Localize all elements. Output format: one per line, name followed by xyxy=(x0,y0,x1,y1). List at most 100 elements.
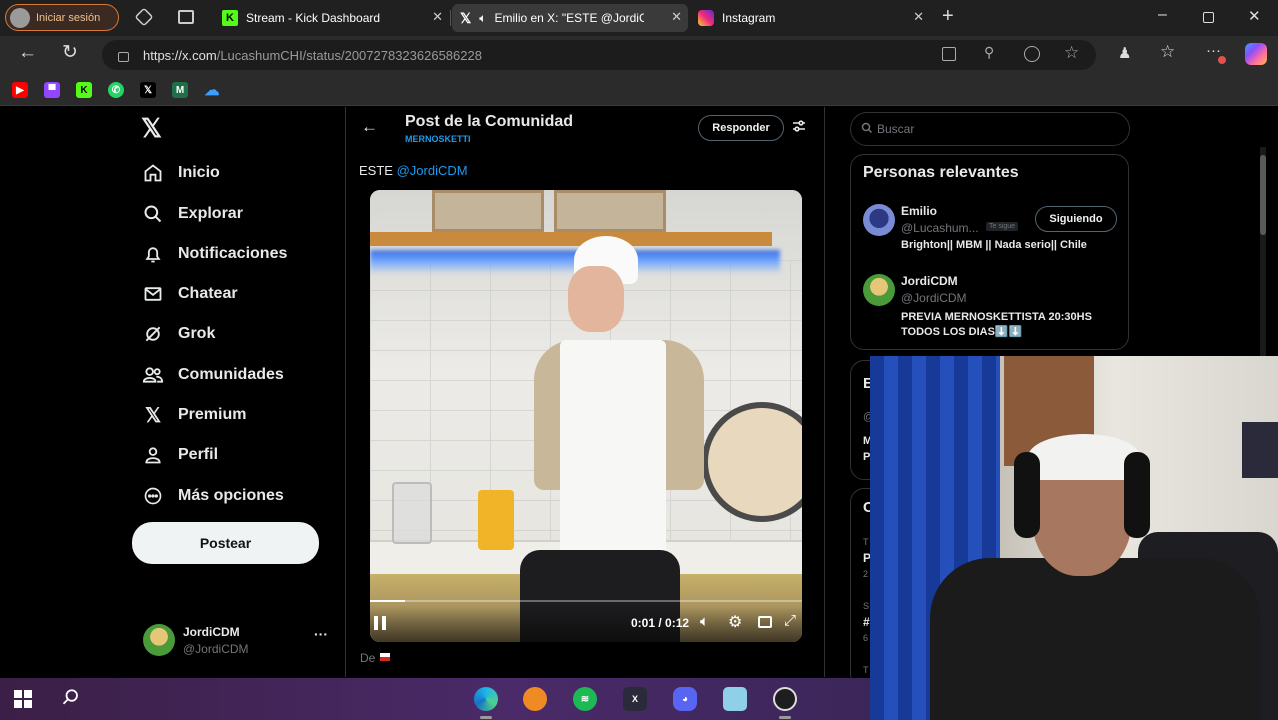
nav-notificaciones[interactable]: Notificaciones xyxy=(142,243,287,265)
edge-icon[interactable] xyxy=(474,687,498,711)
copilot-icon[interactable] xyxy=(1245,43,1267,65)
minimize-icon[interactable]: – xyxy=(1158,6,1167,24)
kick-icon[interactable]: K xyxy=(76,82,92,98)
grok-icon xyxy=(142,323,164,345)
x-logo-icon[interactable]: 𝕏 xyxy=(141,113,162,144)
person-bio: Brighton|| MBM || Nada serio|| Chile xyxy=(901,239,1087,251)
windows-start-icon[interactable] xyxy=(14,690,32,708)
home-icon xyxy=(142,162,164,184)
favorites-icon[interactable]: ☆ xyxy=(1160,42,1175,62)
video-controls: 0:01 / 0:12 🔈︎ ⚙ ⤢ xyxy=(370,606,802,642)
page-title: Post de la Comunidad xyxy=(405,113,574,130)
partial-text: # xyxy=(863,615,870,629)
nav-label: Explorar xyxy=(178,205,243,222)
volume-icon[interactable]: 🔈︎ xyxy=(700,613,709,630)
x-icon[interactable]: 𝕏 xyxy=(140,82,156,98)
close-icon[interactable]: ✕ xyxy=(671,9,682,25)
pause-icon[interactable] xyxy=(374,616,386,630)
close-window-icon[interactable]: ✕ xyxy=(1248,7,1261,25)
mention-link[interactable]: @JordiCDM xyxy=(397,163,468,178)
account-switcher[interactable]: JordiCDM @JordiCDM ··· xyxy=(140,621,336,661)
tab-actions-icon[interactable] xyxy=(178,10,194,24)
app-available-icon[interactable] xyxy=(942,47,956,61)
back-icon[interactable]: ← xyxy=(18,42,37,64)
person-icon xyxy=(142,444,164,466)
reply-button[interactable]: Responder xyxy=(698,115,784,141)
whatsapp-icon[interactable]: ✆ xyxy=(108,82,124,98)
picture-frame xyxy=(554,190,666,232)
active-indicator xyxy=(480,716,492,719)
nav-inicio[interactable]: Inicio xyxy=(142,162,220,184)
refresh-icon[interactable]: ↻ xyxy=(62,41,78,64)
back-arrow-icon[interactable]: ← xyxy=(361,117,378,137)
nav-comunidades[interactable]: Comunidades xyxy=(142,364,284,386)
lock-icon xyxy=(118,52,129,62)
favorite-star-icon[interactable]: ☆ xyxy=(1064,43,1079,63)
signin-label: Iniciar sesión xyxy=(36,11,101,24)
cam-poster xyxy=(1242,422,1278,478)
spotify-icon[interactable]: ≋ xyxy=(573,687,597,711)
nav-label: Inicio xyxy=(178,164,220,181)
nav-label: Grok xyxy=(178,325,216,342)
filter-settings-icon[interactable] xyxy=(792,119,806,133)
reading-mode-icon[interactable] xyxy=(1024,46,1040,62)
video-time: 0:01 / 0:12 xyxy=(631,616,690,630)
scrollbar-thumb[interactable] xyxy=(1260,155,1266,235)
tab-x-post[interactable]: 𝕏 🔈︎ Emilio en X: "ESTE @JordiCDM" ✕ xyxy=(452,4,688,32)
cloud-icon[interactable]: ☁ xyxy=(204,82,220,99)
xsplit-icon[interactable]: X xyxy=(623,687,647,711)
tab-instagram[interactable]: Instagram ✕ xyxy=(690,4,930,32)
following-button[interactable]: Siguiendo xyxy=(1035,206,1117,232)
notepad-icon[interactable] xyxy=(723,687,747,711)
person-name[interactable]: Emilio xyxy=(901,204,937,218)
cam-person-body xyxy=(930,558,1260,720)
tab-kick[interactable]: K Stream - Kick Dashboard ✕ xyxy=(214,4,449,32)
discord-icon[interactable]: ◕ xyxy=(673,687,697,711)
post-button[interactable]: Postear xyxy=(132,522,319,564)
video-player[interactable]: 0:01 / 0:12 🔈︎ ⚙ ⤢ xyxy=(370,190,802,642)
search-box[interactable]: Buscar xyxy=(850,112,1130,146)
nav-grok[interactable]: Grok xyxy=(142,323,215,345)
fullscreen-icon[interactable]: ⤢ xyxy=(784,612,796,629)
post-button-label: Postear xyxy=(199,535,252,551)
avatar[interactable] xyxy=(863,274,895,306)
chef-apron xyxy=(560,340,666,578)
close-icon[interactable]: ✕ xyxy=(432,9,443,25)
restore-icon[interactable] xyxy=(1203,12,1214,23)
cam-headphones xyxy=(1124,452,1150,538)
signin-button[interactable]: Iniciar sesión xyxy=(5,4,119,31)
notification-dot xyxy=(1218,56,1226,64)
youtube-icon[interactable]: ▶ xyxy=(12,82,28,98)
panel-title: Personas relevantes xyxy=(863,164,1019,181)
nav-chatear[interactable]: Chatear xyxy=(142,283,238,305)
extensions-icon[interactable]: ♟ xyxy=(1118,44,1131,62)
person-handle: @JordiCDM xyxy=(901,291,967,305)
zoom-icon[interactable]: ⚲ xyxy=(984,44,994,61)
avatar[interactable] xyxy=(863,204,895,236)
speaker-icon[interactable]: 🔈︎ xyxy=(479,11,486,26)
search-icon[interactable] xyxy=(62,688,80,711)
x-premium-icon: 𝕏 xyxy=(144,404,162,427)
address-bar[interactable]: https://x.com/LucashumCHI/status/2007278… xyxy=(102,40,1096,70)
settings-icon[interactable]: ⚙ xyxy=(728,612,742,632)
workspaces-icon[interactable] xyxy=(134,7,154,27)
community-name[interactable]: MERNOSKETTI xyxy=(405,134,471,144)
x-logo-icon: 𝕏 xyxy=(460,9,472,26)
close-icon[interactable]: ✕ xyxy=(913,9,924,25)
picture-in-picture-icon[interactable] xyxy=(758,616,772,628)
more-icon[interactable]: ··· xyxy=(314,626,328,642)
person-name[interactable]: JordiCDM xyxy=(901,274,958,288)
nav-explorar[interactable]: Explorar xyxy=(142,203,243,225)
new-tab-icon[interactable]: + xyxy=(942,5,954,28)
fl-studio-icon[interactable] xyxy=(523,687,547,711)
video-progress-track[interactable] xyxy=(370,600,802,602)
tab-title: Emilio en X: "ESTE @JordiCDM" xyxy=(494,11,645,25)
app-icon[interactable]: M xyxy=(172,82,188,98)
nav-mas-opciones[interactable]: Más opciones xyxy=(142,485,284,507)
follows-you-badge: Te sigue xyxy=(986,222,1019,231)
obs-icon[interactable] xyxy=(773,687,797,711)
nav-premium[interactable]: 𝕏 Premium xyxy=(142,404,247,427)
partial-text: 6 xyxy=(863,633,869,643)
twitch-icon[interactable]: ▀ xyxy=(44,82,60,98)
nav-perfil[interactable]: Perfil xyxy=(142,444,218,466)
